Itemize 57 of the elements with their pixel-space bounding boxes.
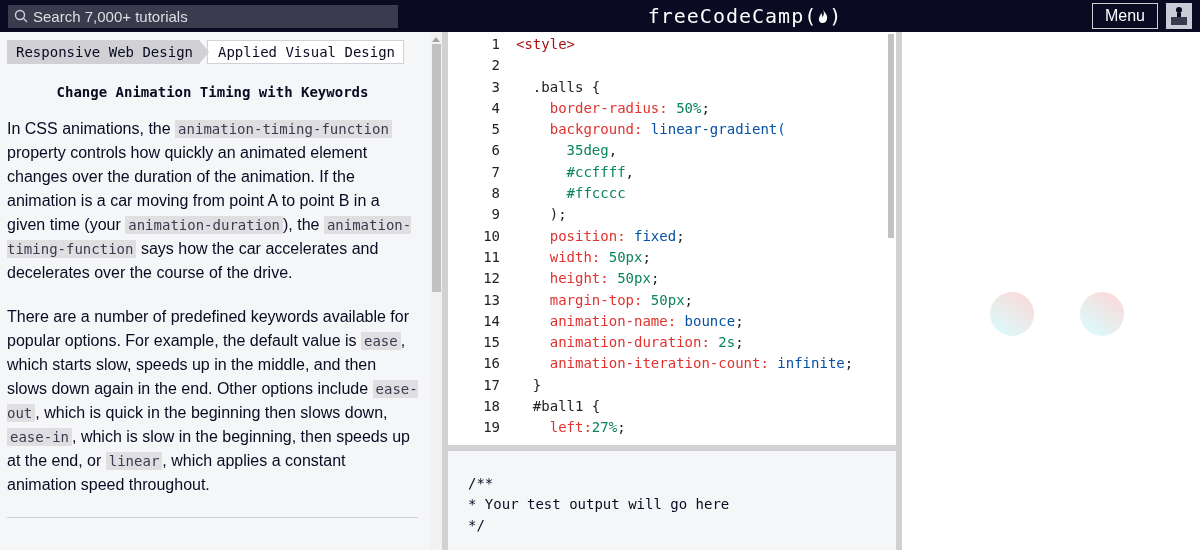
line-number: 16 <box>482 354 500 374</box>
avatar-icon[interactable] <box>1166 3 1192 29</box>
scroll-up-arrow-icon[interactable] <box>432 36 440 42</box>
code-line: #ffcccc <box>565 185 626 202</box>
code-line: width: 50px; <box>548 248 651 265</box>
flame-icon <box>817 8 830 24</box>
code-line: #ccffff, <box>565 163 634 180</box>
search-field[interactable]: Search 7,000+ tutorials <box>8 4 398 28</box>
line-number: 2 <box>490 56 500 76</box>
test-output-text: */ <box>468 516 485 535</box>
code-line: left:27%; <box>548 419 626 436</box>
line-number: 1 <box>490 35 500 54</box>
line-number: 9 <box>490 205 500 225</box>
test-output-text: /** <box>468 474 494 493</box>
line-number: 13 <box>482 290 500 310</box>
code-line: margin-top: 50px; <box>548 291 694 308</box>
code-line: ); <box>548 206 567 223</box>
code-line: height: 50px; <box>548 270 660 287</box>
line-number: 4 <box>490 98 500 118</box>
code-line: #ball1 { <box>531 398 601 415</box>
ball-drawing <box>990 292 1034 336</box>
line-number: 12 <box>482 269 500 289</box>
line-number: 5 <box>490 120 500 140</box>
line-number: 3 <box>490 77 500 97</box>
line-number: 7 <box>490 162 500 182</box>
code-line: 35deg, <box>565 142 618 159</box>
code-line: border-radius: 50%; <box>548 99 710 116</box>
breadcrumb-link[interactable]: Applied Visual Design <box>207 40 405 64</box>
scrollbar[interactable] <box>430 32 442 550</box>
search-icon <box>14 8 28 23</box>
line-number: 10 <box>482 226 500 246</box>
instruction-paragraph: There are a number of predefined keywords available for popular options. For example, the default value is ease , which starts slow, speeds up in the middle, and then slows down again in the end. Other options include ease-out , which is quick in the beginning then slows down, ease-in , which is slow in the beginning, then speeds up at the end, or linear , which applies a constant animation speed throughout. <box>7 307 418 495</box>
lesson-title: Change Animation Timing with Keywords <box>55 83 370 102</box>
code-line: } <box>531 376 542 393</box>
line-number: 14 <box>482 311 500 331</box>
code-line: animation-duration: 2s; <box>548 334 744 351</box>
ball-drawing <box>1080 292 1124 336</box>
line-number: 15 <box>482 333 500 353</box>
instruction-paragraph: In CSS animations, the animation-timing-function property controls how quickly an animated element changes over the duration of the animation. If the animation is a car moving from point A to point B in a given time (your animation-duration ), the animation-timing-function says how the car accelerates and decelerates over the course of the drive. <box>7 119 413 283</box>
code-line: position: fixed; <box>548 227 685 244</box>
line-number: 18 <box>482 397 500 417</box>
line-number: 6 <box>490 141 500 161</box>
code-line: animation-iteration-count: infinite; <box>548 355 854 372</box>
line-number: 17 <box>482 375 500 395</box>
code-line: animation-name: bounce; <box>548 312 744 329</box>
line-number: 8 <box>490 184 500 204</box>
code-line: .balls { <box>531 78 601 95</box>
menu-button[interactable]: Menu <box>1091 3 1158 29</box>
logo[interactable]: freeCodeCamp( ) <box>647 1 843 31</box>
code-line: <style> <box>516 36 575 52</box>
line-number: 11 <box>482 247 500 267</box>
code-line: background: linear-gradient( <box>548 121 786 138</box>
logo-text: ) <box>829 3 843 30</box>
breadcrumb-link[interactable]: Responsive Web Design <box>7 40 209 64</box>
logo-text: freeCodeCamp( <box>647 3 818 30</box>
line-number: 19 <box>482 418 500 438</box>
test-output-text: * Your test output will go here <box>468 495 730 514</box>
